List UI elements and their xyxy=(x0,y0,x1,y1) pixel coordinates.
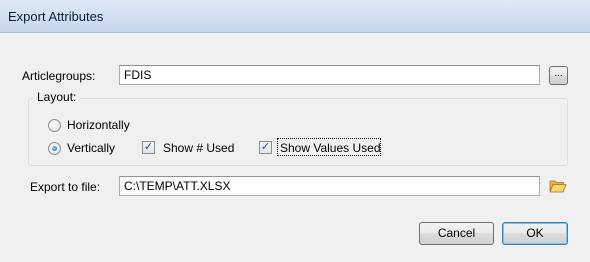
show-values-used-checkbox[interactable]: ✓ xyxy=(259,141,272,154)
title-bar[interactable]: Export Attributes xyxy=(0,0,590,33)
export-attributes-dialog: Export Attributes Articlegroups: ... Lay… xyxy=(0,0,590,262)
export-file-input[interactable] xyxy=(119,176,540,196)
checkmark-icon: ✓ xyxy=(143,141,154,153)
ok-button[interactable]: OK xyxy=(502,222,568,245)
show-used-checkbox[interactable]: ✓ xyxy=(142,141,155,154)
vertically-label[interactable]: Vertically xyxy=(67,141,115,155)
vertically-radio[interactable] xyxy=(48,142,61,155)
dialog-title: Export Attributes xyxy=(8,9,104,24)
show-used-label[interactable]: Show # Used xyxy=(163,141,234,155)
layout-group-label: Layout: xyxy=(34,90,80,104)
articlegroups-label: Articlegroups: xyxy=(22,69,96,83)
checkmark-icon: ✓ xyxy=(260,141,271,153)
horizontally-label[interactable]: Horizontally xyxy=(67,118,130,132)
articlegroups-input[interactable] xyxy=(119,65,540,85)
cancel-button[interactable]: Cancel xyxy=(419,222,494,245)
horizontally-radio[interactable] xyxy=(48,119,61,132)
export-file-label: Export to file: xyxy=(30,180,101,194)
show-values-used-label[interactable]: Show Values Used xyxy=(280,141,381,155)
articlegroups-browse-button[interactable]: ... xyxy=(549,66,568,85)
folder-open-icon[interactable] xyxy=(549,178,567,194)
